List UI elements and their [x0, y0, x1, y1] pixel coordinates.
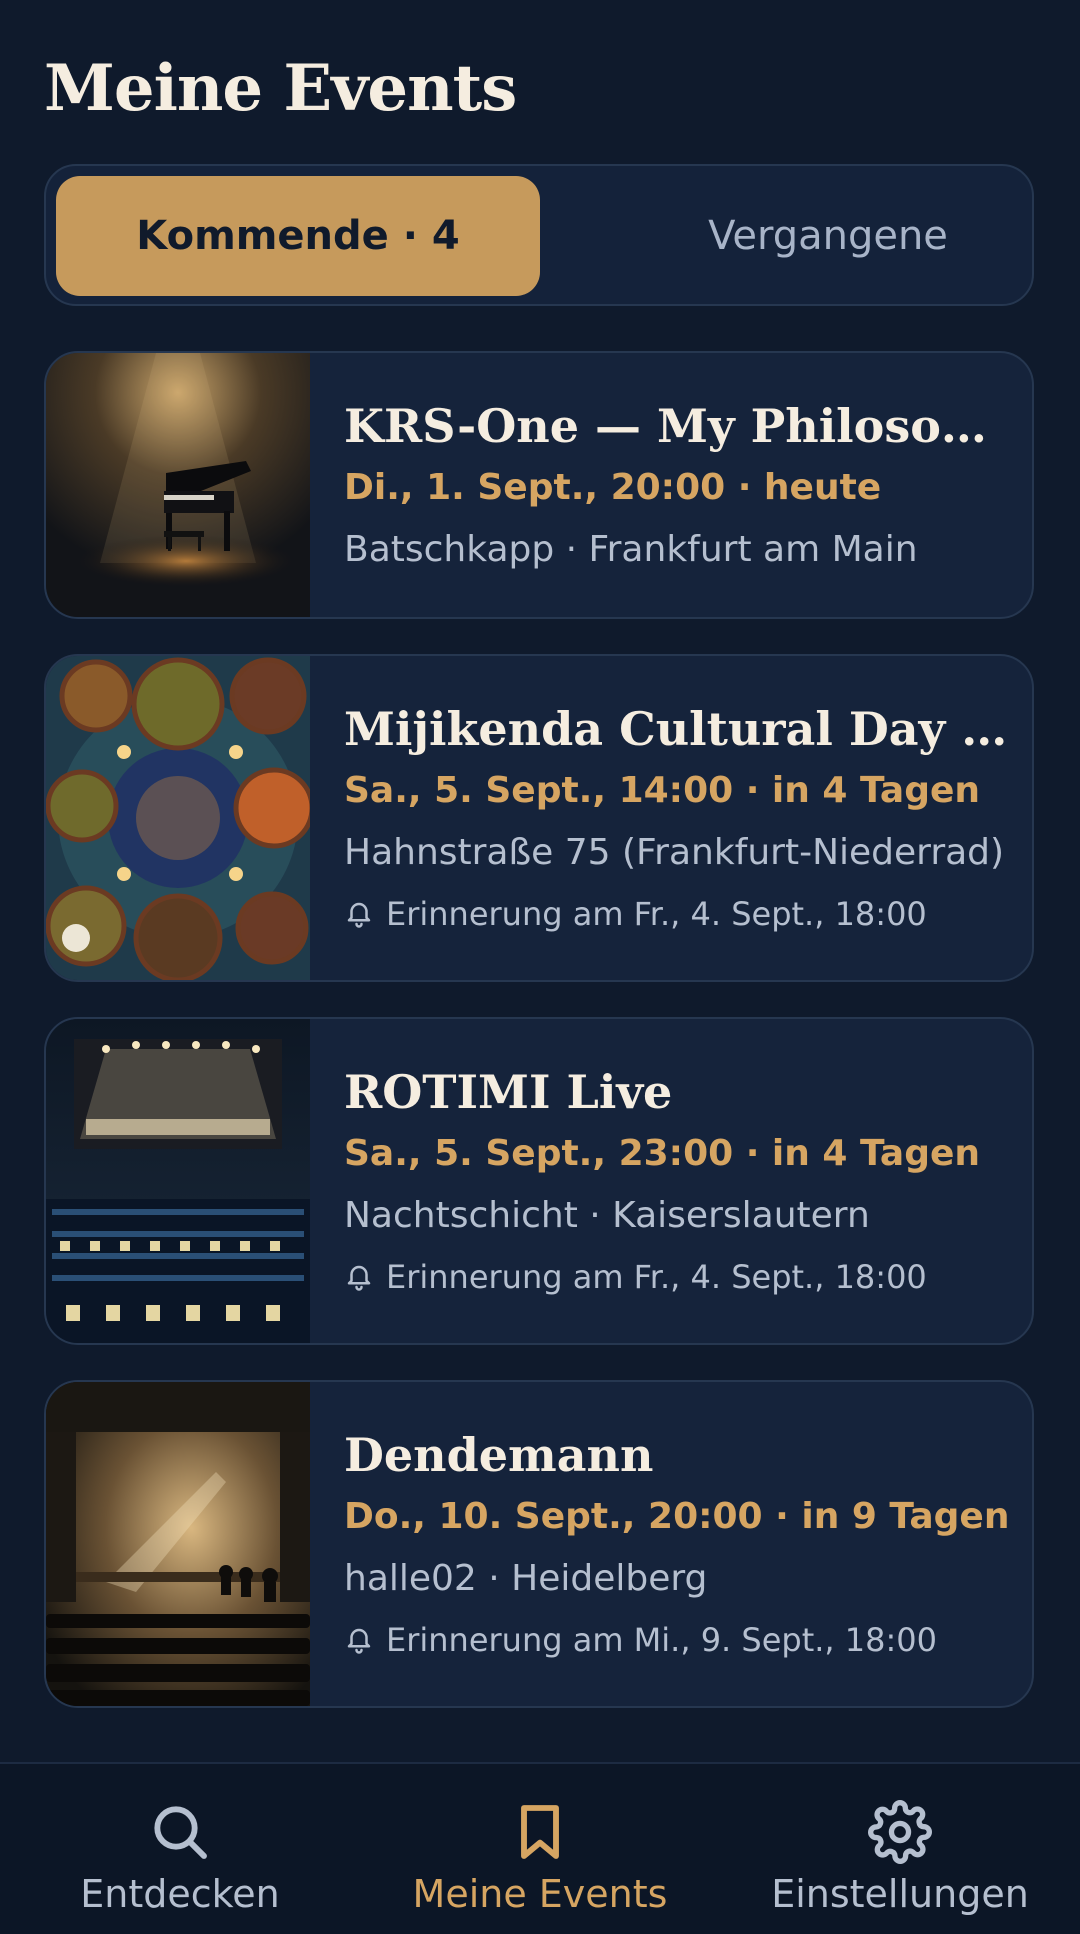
event-image-food-table: [46, 656, 310, 980]
event-title: Mijikenda Cultural Day in Frankfurt: [344, 702, 1008, 756]
event-title: ROTIMI Live: [344, 1065, 673, 1119]
bell-icon: [347, 1628, 371, 1654]
event-image-concert-hall: [46, 1382, 310, 1706]
event-card[interactable]: ROTIMI Live Sa., 5. Sept., 23:00 · in 4 …: [44, 1017, 1034, 1345]
event-card[interactable]: Dendemann Do., 10. Sept., 20:00 · in 9 T…: [44, 1380, 1034, 1708]
event-filter-segmented-control: Kommende · 4 Vergangene: [44, 164, 1034, 306]
event-reminder: Erinnerung am Fr., 4. Sept., 18:00: [344, 1247, 1008, 1307]
reminder-text: Erinnerung am Mi., 9. Sept., 18:00: [386, 1621, 937, 1659]
search-icon: [154, 1806, 207, 1859]
event-datetime: Do., 10. Sept., 20:00 · in 9 Tagen: [344, 1496, 1010, 1537]
event-image-mixing-console: [46, 1019, 310, 1343]
event-venue: Nachtschicht · Kaiserslautern: [344, 1195, 870, 1236]
event-datetime: Di., 1. Sept., 20:00 · heute: [344, 467, 882, 508]
gear-icon: [868, 1800, 932, 1864]
tab-past[interactable]: Vergangene: [586, 176, 1070, 296]
event-list: KRS-One — My Philosophy Di., 1. Sept., 2…: [44, 351, 1034, 1743]
nav-label: Entdecken: [80, 1872, 280, 1916]
bell-icon: [347, 1265, 371, 1291]
event-card[interactable]: Mijikenda Cultural Day in Frankfurt Sa.,…: [44, 654, 1034, 982]
nav-item-meine-events[interactable]: Meine Events: [360, 1764, 720, 1934]
event-datetime: Sa., 5. Sept., 14:00 · in 4 Tagen: [344, 770, 981, 811]
bell-icon: [347, 902, 371, 928]
reminder-text: Erinnerung am Fr., 4. Sept., 18:00: [386, 895, 927, 933]
page-title: Meine Events: [44, 51, 517, 126]
reminder-text: Erinnerung am Fr., 4. Sept., 18:00: [386, 1258, 927, 1296]
nav-item-entdecken[interactable]: Entdecken: [0, 1764, 360, 1934]
nav-item-einstellungen[interactable]: Einstellungen: [720, 1764, 1080, 1934]
bottom-nav: Entdecken Meine Events Einstellungen: [0, 1762, 1080, 1934]
event-title: Dendemann: [344, 1428, 654, 1482]
event-venue: halle02 · Heidelberg: [344, 1558, 708, 1599]
event-datetime: Sa., 5. Sept., 23:00 · in 4 Tagen: [344, 1133, 981, 1174]
event-image-piano-stage: [46, 353, 310, 617]
tab-upcoming[interactable]: Kommende · 4: [56, 176, 540, 296]
event-reminder: Erinnerung am Fr., 4. Sept., 18:00: [344, 884, 1008, 944]
event-venue: Hahnstraße 75 (Frankfurt-Niederrad): [344, 832, 1005, 873]
event-title: KRS-One — My Philosophy: [344, 399, 1008, 453]
event-card[interactable]: KRS-One — My Philosophy Di., 1. Sept., 2…: [44, 351, 1034, 619]
event-reminder: Erinnerung am Mi., 9. Sept., 18:00: [344, 1610, 1008, 1670]
event-venue: Batschkapp · Frankfurt am Main: [344, 529, 918, 570]
nav-label: Meine Events: [412, 1872, 668, 1916]
nav-label: Einstellungen: [771, 1872, 1029, 1916]
bookmark-icon: [521, 1805, 559, 1859]
